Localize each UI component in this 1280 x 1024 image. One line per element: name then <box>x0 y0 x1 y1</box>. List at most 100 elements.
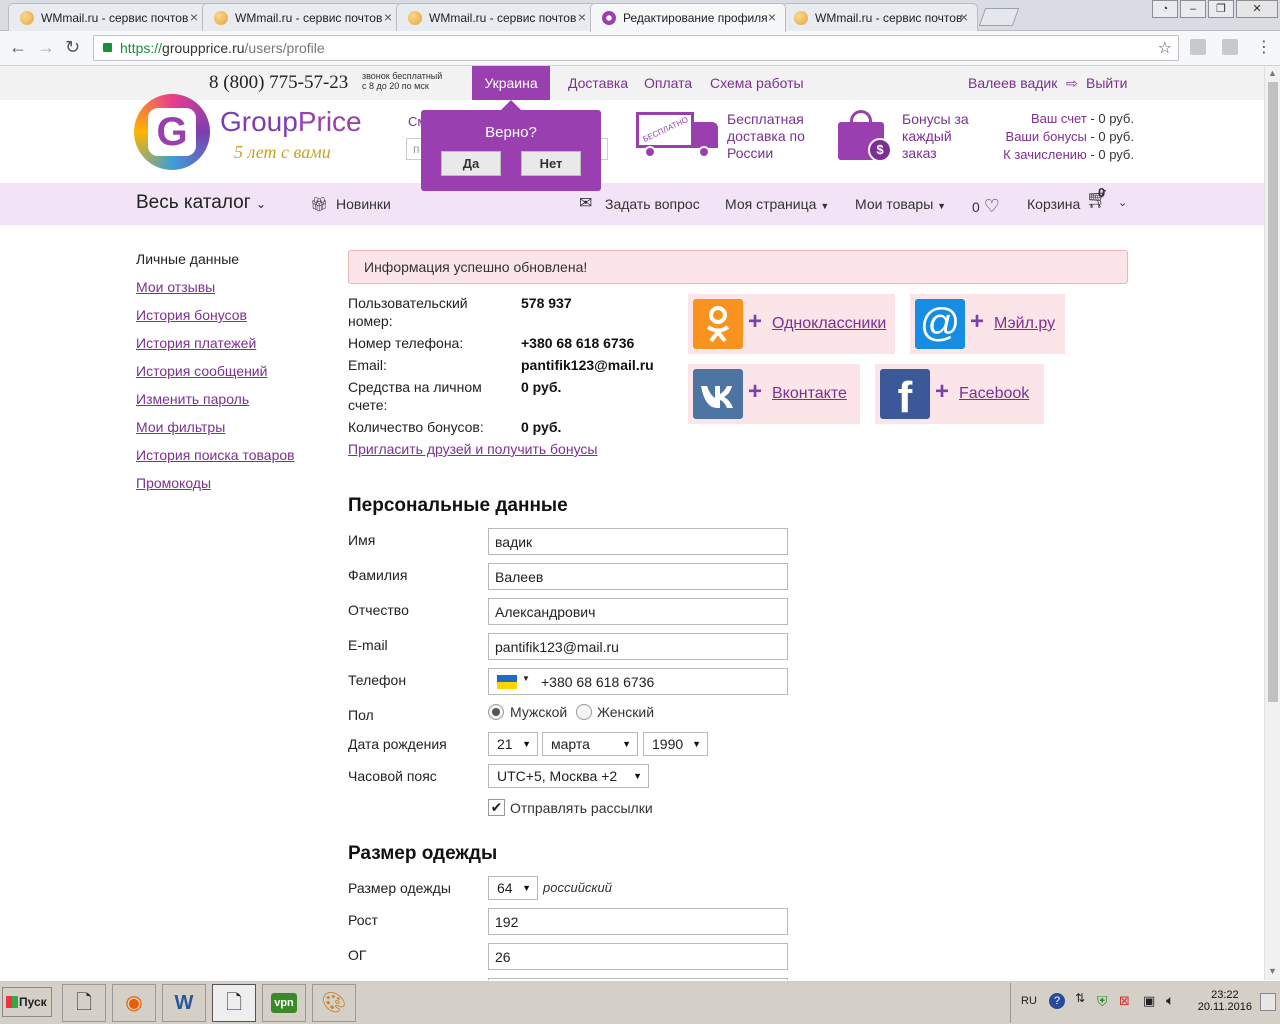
catalog-menu[interactable]: Весь каталог ⌄ <box>136 192 266 214</box>
close-tab-icon[interactable]: × <box>578 9 586 25</box>
email-field[interactable]: pantifik123@mail.ru <box>488 633 788 660</box>
facebook-link[interactable]: Facebook <box>959 385 1029 403</box>
file-app-icon[interactable]: 🗋 <box>62 984 106 1022</box>
height-field[interactable]: 192 <box>488 908 788 935</box>
sidebar-item-reviews[interactable]: Мои отзывы <box>136 279 215 295</box>
birth-year-select[interactable]: 1990 ▼ <box>643 732 708 756</box>
tray-arrows-icon[interactable]: ⇅ <box>1075 991 1085 1005</box>
delivery-link[interactable]: Доставка <box>568 75 628 91</box>
new-tab-button[interactable] <box>978 8 1020 26</box>
browser-tab[interactable]: WMmail.ru - сервис почтов × <box>782 3 978 31</box>
show-desktop-icon[interactable] <box>1260 993 1276 1011</box>
scrollbar-thumb[interactable] <box>1268 82 1278 702</box>
pending-value: - 0 руб. <box>1090 147 1134 162</box>
back-arrow-icon[interactable]: ← <box>9 37 27 58</box>
monitor-icon[interactable]: ▣ <box>1143 993 1155 1009</box>
address-bar[interactable]: https://groupprice.ru/users/profile ☆ <box>93 35 1179 61</box>
sidebar-item-change-password[interactable]: Изменить пароль <box>136 391 249 407</box>
birth-month-select[interactable]: марта ▼ <box>542 732 638 756</box>
invite-friends-link[interactable]: Пригласить друзей и получить бонусы <box>348 441 597 457</box>
logout-icon[interactable]: ⇨ <box>1066 75 1078 92</box>
sidebar-item-bonus-history[interactable]: История бонусов <box>136 307 247 323</box>
first-name-field[interactable]: вадик <box>488 528 788 555</box>
user-name-link[interactable]: Валеев вадик <box>968 75 1057 91</box>
birth-day-select[interactable]: 21 ▼ <box>488 732 538 756</box>
confirm-yes-button[interactable]: Да <box>441 151 501 176</box>
extension-icon[interactable] <box>1190 39 1206 55</box>
new-items-link[interactable]: Новинки <box>336 196 391 212</box>
gender-label: Пол <box>348 707 374 723</box>
gender-male-radio[interactable] <box>488 704 504 720</box>
user-profile-icon[interactable]: ◔ <box>1152 0 1178 18</box>
scroll-down-icon[interactable]: ▼ <box>1268 966 1277 976</box>
sidebar-item-message-history[interactable]: История сообщений <box>136 363 267 379</box>
caret-down-icon[interactable]: ▼ <box>522 674 530 683</box>
network-icon[interactable]: ⊠ <box>1119 993 1130 1009</box>
newsletter-checkbox[interactable]: ✔ <box>488 799 505 816</box>
sidebar-item-personal-data[interactable]: Личные данные <box>136 251 239 267</box>
sidebar-item-promocodes[interactable]: Промокоды <box>136 475 211 491</box>
forward-arrow-icon[interactable]: → <box>37 37 55 58</box>
close-tab-icon[interactable]: × <box>190 9 198 25</box>
mailru-link[interactable]: Мэйл.ру <box>994 315 1055 333</box>
bookmark-star-icon[interactable]: ☆ <box>1158 38 1172 58</box>
scroll-up-icon[interactable]: ▲ <box>1268 68 1277 78</box>
reload-icon[interactable]: ↻ <box>65 37 80 58</box>
logo-wordmark[interactable]: GroupPrice <box>220 106 362 138</box>
odnoklassniki-link[interactable]: Одноклассники <box>772 315 886 333</box>
firefox-icon[interactable]: ◉ <box>112 984 156 1022</box>
file-app-icon[interactable]: 🗋 <box>212 984 256 1022</box>
minimize-button[interactable]: – <box>1180 0 1206 18</box>
middle-name-field[interactable]: Александрович <box>488 598 788 625</box>
extension-icon[interactable] <box>1222 39 1238 55</box>
close-window-button[interactable]: ✕ <box>1236 0 1278 18</box>
close-tab-icon[interactable]: × <box>960 9 968 25</box>
browser-tab-active[interactable]: Редактирование профиля × <box>590 3 786 32</box>
shield-icon[interactable]: ⛨ <box>1097 993 1108 1010</box>
favorites-link[interactable]: 0 ♡ <box>972 196 1000 217</box>
cart-link[interactable]: Корзина <box>1027 196 1080 212</box>
pending-label: К зачислению <box>1003 147 1087 162</box>
help-icon[interactable]: ? <box>1049 993 1065 1009</box>
how-it-works-link[interactable]: Схема работы <box>710 75 804 91</box>
payment-link[interactable]: Оплата <box>644 75 692 91</box>
browser-tab[interactable]: WMmail.ru - сервис почтов × <box>8 3 208 31</box>
logout-link[interactable]: Выйти <box>1086 75 1127 91</box>
social-vkontakte[interactable]: + Вконтакте <box>688 364 860 424</box>
country-selector[interactable]: Украина <box>472 66 550 100</box>
sidebar-item-filters[interactable]: Мои фильтры <box>136 419 225 435</box>
browser-tab[interactable]: WMmail.ru - сервис почтов × <box>202 3 402 31</box>
timezone-select[interactable]: UTC+5, Москва +2 ▼ <box>488 764 649 788</box>
browser-tab[interactable]: WMmail.ru - сервис почтов × <box>396 3 596 31</box>
vpn-icon[interactable]: vpn <box>262 984 306 1022</box>
social-mailru[interactable]: @ + Мэйл.ру <box>910 294 1065 354</box>
system-clock[interactable]: 23:22 20.11.2016 <box>1198 989 1252 1013</box>
social-odnoklassniki[interactable]: + Одноклассники <box>688 294 895 354</box>
confirm-no-button[interactable]: Нет <box>521 151 581 176</box>
language-indicator[interactable]: RU <box>1021 995 1037 1007</box>
vkontakte-link[interactable]: Вконтакте <box>772 385 847 403</box>
clothing-size-select[interactable]: 64 ▼ <box>488 876 538 900</box>
page-scrollbar[interactable]: ▲ ▼ <box>1264 66 1280 980</box>
ukraine-flag-icon[interactable] <box>497 675 517 689</box>
browser-menu-icon[interactable]: ⋮ <box>1256 37 1272 57</box>
sidebar-item-payment-history[interactable]: История платежей <box>136 335 256 351</box>
ask-question-link[interactable]: Задать вопрос <box>605 196 700 212</box>
gender-female-radio[interactable] <box>576 704 592 720</box>
start-button[interactable]: Пуск <box>2 987 52 1017</box>
sidebar-item-search-history[interactable]: История поиска товаров <box>136 447 295 463</box>
chevron-down-icon[interactable]: ⌄ <box>1118 196 1127 209</box>
restore-button[interactable]: ❐ <box>1208 0 1234 18</box>
word-icon[interactable]: W <box>162 984 206 1022</box>
volume-icon[interactable]: 🔈︎ <box>1166 992 1174 1009</box>
close-tab-icon[interactable]: × <box>384 9 392 25</box>
last-name-field[interactable]: Валеев <box>488 563 788 590</box>
chest-field[interactable]: 26 <box>488 943 788 970</box>
my-goods-menu[interactable]: Мои товары ▼ <box>855 196 946 212</box>
social-facebook[interactable]: f + Facebook <box>875 364 1044 424</box>
phone-field[interactable]: ▼ +380 68 618 6736 <box>488 668 788 695</box>
close-tab-icon[interactable]: × <box>768 9 776 25</box>
logo-emblem[interactable]: G <box>134 94 210 170</box>
paint-icon[interactable]: 🎨︎ <box>312 984 356 1022</box>
my-page-menu[interactable]: Моя страница ▼ <box>725 196 829 212</box>
